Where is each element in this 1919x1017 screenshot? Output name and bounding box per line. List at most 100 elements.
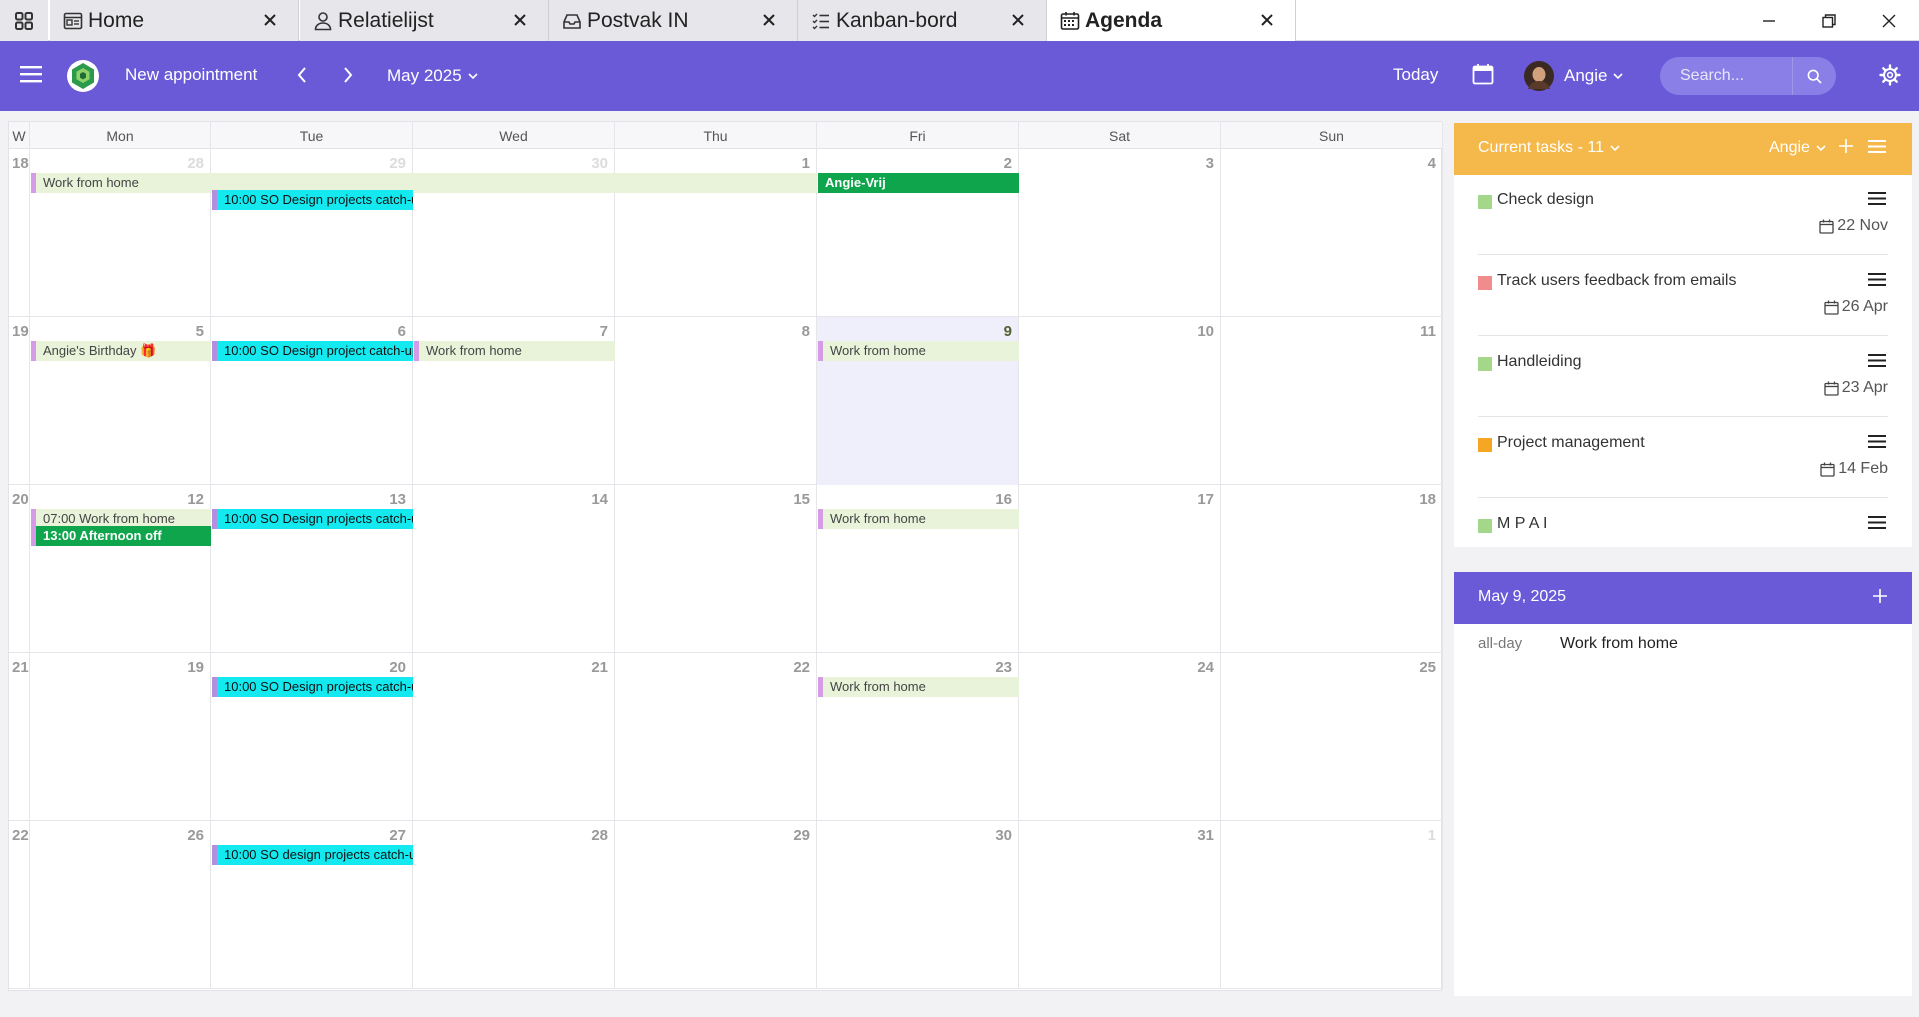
day-event-time: all-day [1478, 635, 1523, 652]
calendar-event[interactable]: 10:00 SO Design projects catch-up [212, 190, 413, 210]
calendar-event[interactable]: Work from home [31, 173, 817, 193]
day-cell[interactable]: 30 [817, 821, 1019, 989]
day-cell[interactable]: 18 [1221, 485, 1443, 653]
today-button[interactable]: Today [1393, 65, 1438, 85]
tab-relatielijst[interactable]: Relatielijst [300, 0, 549, 41]
task-item[interactable]: Track users feedback from emails 26 Apr [1478, 256, 1888, 336]
task-menu-button[interactable] [1868, 272, 1888, 292]
day-cell[interactable]: 22 [615, 653, 817, 821]
tasks-owner-dropdown[interactable]: Angie [1769, 139, 1826, 157]
day-cell[interactable]: 8 [615, 317, 817, 485]
day-number: 1 [801, 155, 810, 172]
close-icon[interactable] [757, 8, 781, 32]
settings-button[interactable] [1879, 64, 1901, 86]
day-cell[interactable]: 19 [30, 653, 211, 821]
day-cell[interactable]: 4 [1221, 149, 1443, 317]
calendar-event[interactable]: Work from home [818, 509, 1019, 529]
task-due-date: 23 Apr [1824, 379, 1888, 397]
week-column-header: W [9, 122, 30, 149]
calendar-event[interactable]: 10:00 SO Design project catch-up [212, 341, 413, 361]
calendar-event[interactable]: 10:00 SO design projects catch-up [212, 845, 413, 865]
apps-grid-button[interactable] [0, 0, 48, 41]
calendar-icon [1820, 462, 1835, 477]
restore-button[interactable] [1800, 0, 1858, 41]
week-number: 18 [9, 149, 30, 317]
tab-postvak-in[interactable]: Postvak IN [549, 0, 798, 41]
day-cell[interactable]: 24 [1019, 653, 1221, 821]
day-cell[interactable]: 31 [1019, 821, 1221, 989]
person-icon [312, 10, 334, 32]
day-cell[interactable]: 17 [1019, 485, 1221, 653]
calendar-event[interactable]: 10:00 SO Design projects catch-up [212, 677, 413, 697]
month-picker[interactable]: May 2025 [387, 66, 478, 86]
calendar-event[interactable]: Work from home [818, 677, 1019, 697]
day-number: 17 [1197, 491, 1214, 508]
search-icon [1807, 69, 1822, 84]
tasks-menu-button[interactable] [1868, 139, 1886, 159]
day-number: 10 [1197, 323, 1214, 340]
week-row: 18 28 29 30 1 2 3 4 Work from home Angie-Vrij 10:0… [9, 149, 1443, 317]
close-icon[interactable] [1006, 8, 1030, 32]
task-item[interactable]: M P A I [1478, 499, 1888, 549]
tasks-filter-dropdown[interactable]: Current tasks - 11 [1478, 139, 1620, 157]
add-task-button[interactable] [1838, 138, 1854, 159]
calendar-event[interactable]: Work from home [818, 341, 1019, 361]
tab-label: Home [88, 8, 145, 32]
user-name: Angie [1564, 66, 1608, 85]
close-icon[interactable] [1255, 8, 1279, 32]
task-item[interactable]: Handleiding 23 Apr [1478, 337, 1888, 417]
close-icon[interactable] [508, 8, 532, 32]
day-cell[interactable]: 29 [615, 821, 817, 989]
search-input[interactable] [1660, 67, 1790, 85]
chevron-right-icon [344, 67, 353, 83]
chevron-down-icon [1816, 145, 1826, 152]
next-month-button[interactable] [342, 66, 354, 84]
day-cell[interactable]: 14 [413, 485, 615, 653]
user-menu[interactable]: Angie [1524, 61, 1624, 91]
day-cell[interactable]: 10 [1019, 317, 1221, 485]
day-cell[interactable]: 1 [1221, 821, 1443, 989]
week-row: 20 12 13 14 15 16 17 18 07:00 Work from home 13:0… [9, 485, 1443, 653]
day-cell[interactable]: 21 [413, 653, 615, 821]
day-cell[interactable]: 11 [1221, 317, 1443, 485]
day-number: 11 [1420, 323, 1436, 340]
day-cell[interactable]: 25 [1221, 653, 1443, 821]
calendar-event[interactable]: Angie-Vrij [818, 173, 1019, 193]
day-number: 25 [1419, 659, 1436, 676]
task-menu-button[interactable] [1868, 434, 1888, 454]
avatar [1524, 61, 1554, 91]
add-appointment-button[interactable] [1872, 588, 1888, 609]
tab-label: Postvak IN [587, 8, 689, 32]
tab-label: Relatielijst [338, 8, 434, 32]
menu-button[interactable] [20, 65, 42, 83]
minimize-button[interactable] [1740, 0, 1798, 41]
task-item[interactable]: Check design 22 Nov [1478, 175, 1888, 255]
calendar-event[interactable]: Work from home [414, 341, 615, 361]
calendar-event[interactable]: 10:00 SO Design projects catch-up [212, 509, 413, 529]
day-cell[interactable]: 26 [30, 821, 211, 989]
task-due-date: 14 Feb [1820, 460, 1888, 478]
tab-home[interactable]: Home [50, 0, 299, 41]
task-menu-button[interactable] [1868, 515, 1888, 535]
day-event-row[interactable]: all-day Work from home [1478, 635, 1898, 659]
search-button[interactable] [1792, 57, 1836, 95]
day-number: 30 [995, 827, 1012, 844]
new-appointment-button[interactable]: New appointment [125, 65, 257, 85]
day-cell[interactable]: 28 [413, 821, 615, 989]
task-item[interactable]: Project management 14 Feb [1478, 418, 1888, 498]
day-number: 31 [1197, 827, 1214, 844]
tab-kanban-bord[interactable]: Kanban-bord [798, 0, 1047, 41]
task-menu-button[interactable] [1868, 191, 1888, 211]
day-number: 12 [187, 491, 204, 508]
day-cell[interactable]: 15 [615, 485, 817, 653]
close-window-button[interactable] [1860, 0, 1918, 41]
task-menu-button[interactable] [1868, 353, 1888, 373]
close-icon[interactable] [258, 8, 282, 32]
date-picker-button[interactable] [1472, 63, 1494, 85]
day-cell[interactable]: 3 [1019, 149, 1221, 317]
prev-month-button[interactable] [296, 66, 308, 84]
tab-agenda[interactable]: Agenda [1047, 0, 1296, 41]
calendar-event[interactable]: 13:00 Afternoon off [31, 526, 211, 546]
week-number: 22 [9, 821, 30, 989]
calendar-event[interactable]: Angie's Birthday 🎁 [31, 341, 211, 361]
